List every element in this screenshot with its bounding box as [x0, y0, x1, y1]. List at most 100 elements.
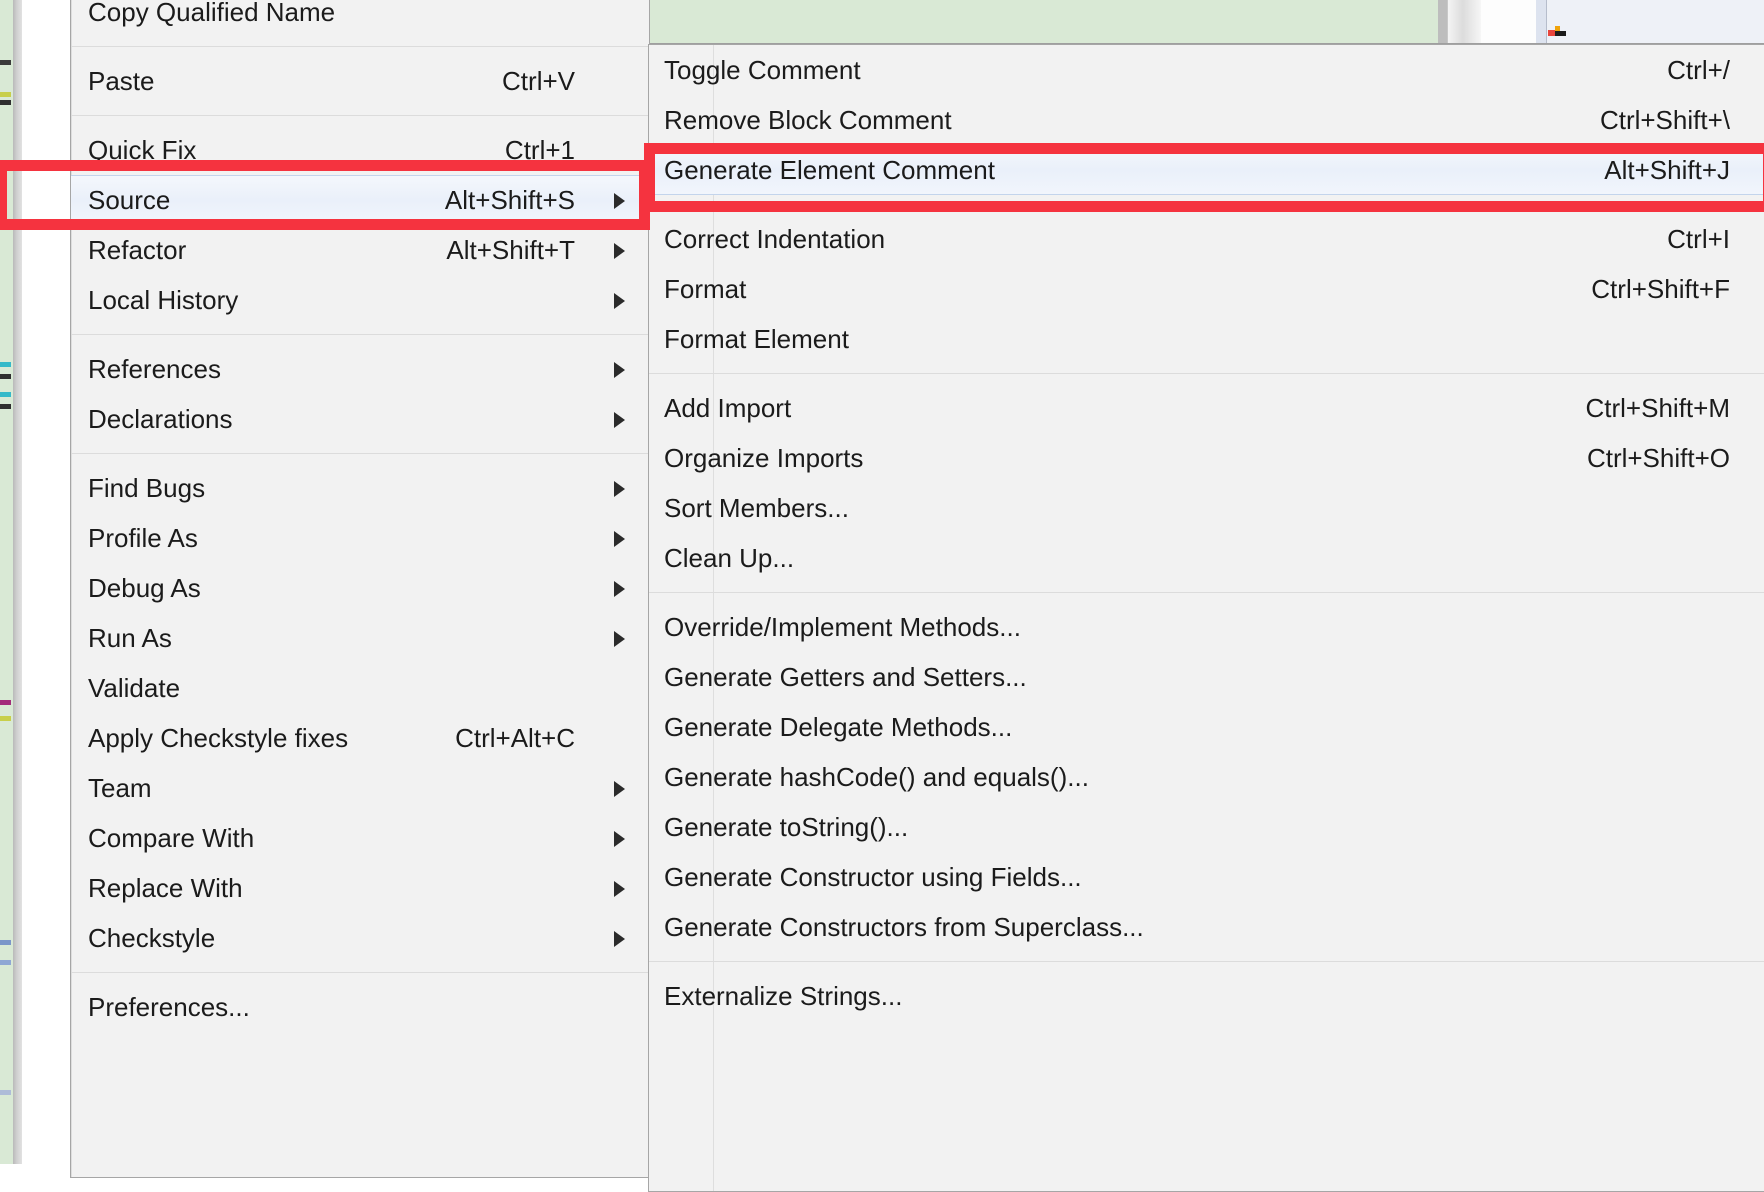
source-submenu-item-organize-imports[interactable]: Organize Imports Ctrl+Shift+O — [649, 433, 1764, 483]
source-submenu-item-toggle-comment[interactable]: Toggle Comment Ctrl+/ — [649, 45, 1764, 95]
menu-item-label: References — [88, 353, 221, 384]
editor-marker[interactable] — [0, 362, 11, 367]
menu-item-label: Validate — [88, 672, 181, 703]
menu-item-label: Generate Delegate Methods... — [664, 711, 1013, 742]
menu-item-label: Correct Indentation — [664, 223, 886, 254]
source-submenu-item-generate-hashcode-and-equals[interactable]: Generate hashCode() and equals()... — [649, 752, 1764, 802]
source-submenu-items[interactable]: Toggle Comment Ctrl+/ Remove Block Comment… — [649, 45, 1764, 1021]
menu-item-shortcut: Ctrl+Shift+F — [1591, 273, 1730, 304]
menu-item-label: Profile As — [88, 522, 198, 553]
editor-marker[interactable] — [0, 940, 11, 945]
source-submenu-item-generate-constructor-using-fields[interactable]: Generate Constructor using Fields... — [649, 852, 1764, 902]
menu-item-shortcut: Ctrl+Alt+C — [455, 722, 575, 753]
context-menu-item-compare-with[interactable]: Compare With — [71, 813, 649, 863]
menu-item-label: Quick Fix — [88, 134, 197, 165]
menu-item-shortcut: Ctrl+Shift+\ — [1599, 104, 1730, 135]
context-menu-item-local-history[interactable]: Local History — [71, 275, 649, 325]
source-submenu-item-format[interactable]: Format Ctrl+Shift+F — [649, 264, 1764, 314]
context-menu-item-validate[interactable]: Validate — [71, 663, 649, 713]
menu-item-label: Clean Up... — [664, 542, 795, 573]
menu-item-label: Preferences... — [88, 991, 250, 1022]
context-menu-item-preferences[interactable]: Preferences... — [71, 982, 649, 1032]
menu-item-label: Generate Constructors from Superclass... — [664, 911, 1144, 942]
editor-marker[interactable] — [0, 374, 11, 379]
editor-marker[interactable] — [0, 1090, 11, 1095]
context-menu[interactable]: Copy Qualified Name Paste Ctrl+V Quick Fix C… — [70, 0, 650, 1178]
context-menu-item-find-bugs[interactable]: Find Bugs — [71, 463, 649, 513]
menu-item-shortcut: Ctrl+Shift+M — [1585, 392, 1731, 423]
context-menu-item-source[interactable]: Source Alt+Shift+S — [71, 175, 649, 225]
context-menu-item-run-as[interactable]: Run As — [71, 613, 649, 663]
context-menu-item-team[interactable]: Team — [71, 763, 649, 813]
warning-marker-icon — [1548, 26, 1566, 40]
source-submenu-item-generate-getters-and-setters[interactable]: Generate Getters and Setters... — [649, 652, 1764, 702]
context-menu-item-checkstyle[interactable]: Checkstyle — [71, 913, 649, 963]
menu-item-label: Checkstyle — [88, 922, 216, 953]
editor-marker[interactable] — [0, 716, 11, 721]
editor-overview-ruler[interactable] — [0, 0, 13, 1164]
menu-separator — [71, 334, 649, 335]
source-submenu-item-add-import[interactable]: Add Import Ctrl+Shift+M — [649, 383, 1764, 433]
source-submenu-item-override-implement-methods[interactable]: Override/Implement Methods... — [649, 602, 1764, 652]
source-submenu[interactable]: Toggle Comment Ctrl+/ Remove Block Comment… — [648, 44, 1764, 1192]
menu-item-label: Remove Block Comment — [664, 104, 952, 135]
context-menu-item-debug-as[interactable]: Debug As — [71, 563, 649, 613]
menu-item-label: Refactor — [88, 234, 187, 265]
menu-item-label: Generate hashCode() and equals()... — [664, 761, 1089, 792]
menu-item-label: Format — [664, 273, 747, 304]
menu-item-shortcut: Alt+Shift+T — [446, 234, 575, 265]
source-submenu-item-generate-constructors-from-superclass[interactable]: Generate Constructors from Superclass... — [649, 902, 1764, 952]
editor-background-area — [648, 0, 1438, 46]
source-submenu-item-correct-indentation[interactable]: Correct Indentation Ctrl+I — [649, 214, 1764, 264]
menu-item-label: Toggle Comment — [664, 54, 861, 85]
menu-item-label: Add Import — [664, 392, 792, 423]
chevron-right-icon — [614, 185, 625, 216]
source-submenu-item-clean-up[interactable]: Clean Up... — [649, 533, 1764, 583]
menu-item-shortcut: Alt+Shift+J — [1604, 154, 1730, 185]
chevron-right-icon — [614, 354, 625, 385]
chevron-right-icon — [614, 823, 625, 854]
source-submenu-item-remove-block-comment[interactable]: Remove Block Comment Ctrl+Shift+\ — [649, 95, 1764, 145]
chevron-right-icon — [614, 773, 625, 804]
context-menu-item-quick-fix[interactable]: Quick Fix Ctrl+1 — [71, 125, 649, 175]
outline-panel — [1546, 0, 1764, 43]
menu-item-shortcut: Ctrl+Shift+O — [1586, 442, 1730, 473]
menu-item-label: Generate toString()... — [664, 811, 909, 842]
context-menu-item-refactor[interactable]: Refactor Alt+Shift+T — [71, 225, 649, 275]
editor-marker[interactable] — [0, 700, 11, 705]
menu-separator — [649, 204, 1764, 205]
vertical-scrollbar[interactable] — [1447, 0, 1482, 43]
source-submenu-item-generate-tostring[interactable]: Generate toString()... — [649, 802, 1764, 852]
chevron-right-icon — [614, 623, 625, 654]
editor-marker[interactable] — [0, 392, 11, 397]
editor-marker[interactable] — [0, 60, 11, 65]
menu-item-label: Format Element — [664, 323, 849, 354]
menu-item-label: Override/Implement Methods... — [664, 611, 1021, 642]
context-menu-item-references[interactable]: References — [71, 344, 649, 394]
source-submenu-item-sort-members[interactable]: Sort Members... — [649, 483, 1764, 533]
editor-marker[interactable] — [0, 92, 11, 97]
context-menu-item-profile-as[interactable]: Profile As — [71, 513, 649, 563]
source-submenu-item-externalize-strings[interactable]: Externalize Strings... — [649, 971, 1764, 1021]
source-submenu-item-generate-element-comment[interactable]: Generate Element Comment Alt+Shift+J — [649, 145, 1764, 195]
menu-item-label: Generate Getters and Setters... — [664, 661, 1027, 692]
source-submenu-item-format-element[interactable]: Format Element — [649, 314, 1764, 364]
menu-item-label: Replace With — [88, 872, 243, 903]
editor-marker[interactable] — [0, 960, 11, 965]
menu-item-label: Sort Members... — [664, 492, 849, 523]
context-menu-items[interactable]: Copy Qualified Name Paste Ctrl+V Quick Fix C… — [71, 0, 649, 1032]
menu-item-label: Generate Constructor using Fields... — [664, 861, 1082, 892]
source-submenu-item-generate-delegate-methods[interactable]: Generate Delegate Methods... — [649, 702, 1764, 752]
context-menu-item-copy-qualified-name[interactable]: Copy Qualified Name — [71, 0, 649, 37]
editor-marker[interactable] — [0, 100, 11, 105]
menu-item-label: Run As — [88, 622, 172, 653]
context-menu-item-replace-with[interactable]: Replace With — [71, 863, 649, 913]
editor-right-gap — [1481, 0, 1536, 43]
menu-item-label: Copy Qualified Name — [88, 0, 336, 27]
editor-marker[interactable] — [0, 404, 11, 409]
context-menu-item-paste[interactable]: Paste Ctrl+V — [71, 56, 649, 106]
context-menu-item-apply-checkstyle-fixes[interactable]: Apply Checkstyle fixes Ctrl+Alt+C — [71, 713, 649, 763]
chevron-right-icon — [614, 473, 625, 504]
context-menu-item-declarations[interactable]: Declarations — [71, 394, 649, 444]
menu-separator — [71, 115, 649, 116]
